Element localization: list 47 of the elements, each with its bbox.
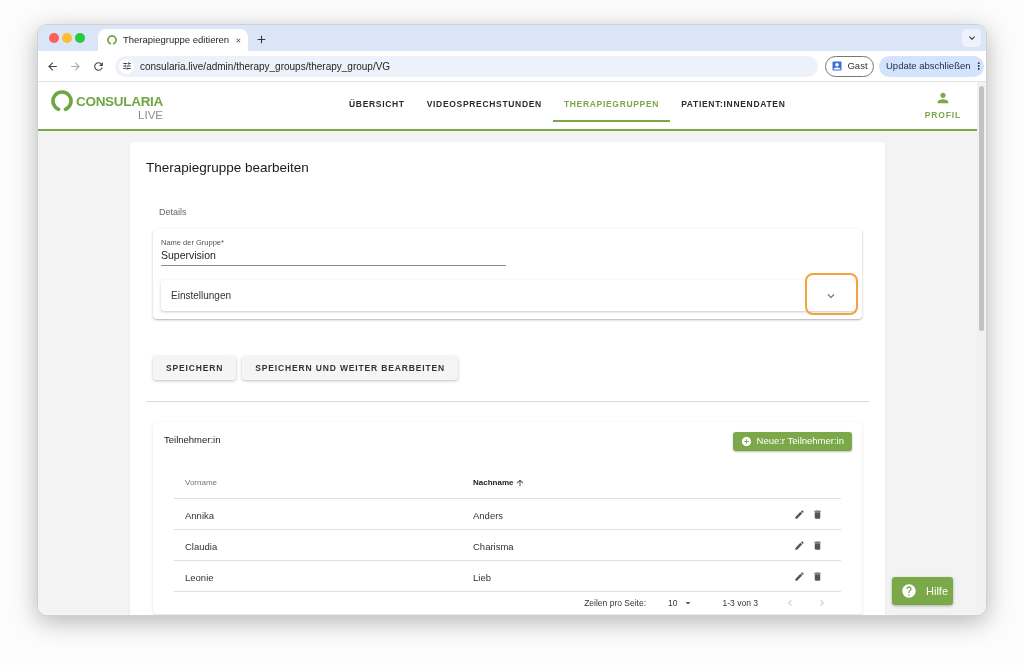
rows-per-page-select[interactable]: 10 — [668, 596, 694, 610]
url-text: consularia.live/admin/therapy_groups/therapy_group/VG — [140, 59, 391, 74]
trash-icon — [812, 539, 823, 551]
plus-icon[interactable] — [255, 33, 268, 46]
settings-accordion[interactable]: Einstellungen — [161, 280, 856, 311]
update-button[interactable]: Update abschließen — [879, 55, 984, 77]
page-range-label: 1-3 von 3 — [722, 596, 758, 610]
delete-button[interactable] — [811, 569, 824, 583]
trash-icon — [812, 570, 823, 582]
logo-subtitle: LIVE — [138, 109, 163, 121]
scrollbar-thumb[interactable] — [979, 86, 984, 331]
logo-wordmark: CONSULARIA — [76, 94, 163, 109]
reload-icon — [91, 59, 105, 73]
delete-button[interactable] — [811, 507, 824, 521]
tab-list-button[interactable] — [962, 29, 981, 47]
person-card-icon — [831, 60, 844, 72]
arrow-left-icon — [45, 59, 59, 73]
table-cell: Charisma — [473, 541, 514, 552]
logo-ring-icon — [51, 90, 73, 112]
pencil-icon — [794, 508, 805, 520]
delete-button[interactable] — [811, 538, 824, 552]
column-header[interactable]: Vorname — [174, 476, 462, 489]
save-button[interactable]: SPEICHERN UND WEITER BEARBEITEN — [242, 356, 458, 380]
scrollbar[interactable] — [977, 82, 986, 615]
sliders-icon[interactable] — [119, 58, 134, 74]
trash-icon — [812, 508, 823, 520]
favicon-icon — [107, 35, 117, 45]
page-title: Therapiegruppe bearbeiten — [146, 159, 310, 177]
pencil-icon — [794, 570, 805, 582]
save-button[interactable]: SPEICHERN — [153, 356, 237, 380]
rows-per-page-label: Zeilen pro Seite: — [584, 596, 647, 610]
table-cell: Lieb — [473, 572, 491, 583]
address-bar[interactable]: consularia.live/admin/therapy_groups/therapy_group/VG — [115, 55, 818, 77]
table-cell: Claudia — [185, 541, 218, 552]
pencil-icon — [794, 539, 805, 551]
table-cell: Leonie — [185, 572, 214, 583]
column-header[interactable]: Nachname — [462, 476, 841, 489]
arrow-right-icon — [68, 59, 82, 73]
table-cell: Annika — [185, 510, 215, 521]
participants-title: Teilnehmer:in — [164, 434, 221, 446]
tab-title: Therapiegruppe editieren — [123, 32, 230, 47]
nav-tab[interactable]: ÜBERSICHT — [338, 89, 416, 122]
table-cell: Anders — [473, 510, 504, 521]
browser-tab[interactable]: Therapiegruppe editieren — [98, 29, 248, 51]
nav-tab[interactable]: PATIENT:INNENDATEN — [670, 89, 797, 122]
section-label: Details — [159, 206, 188, 218]
nav-tab[interactable]: VIDEOSPRECHSTUNDEN — [415, 89, 553, 122]
